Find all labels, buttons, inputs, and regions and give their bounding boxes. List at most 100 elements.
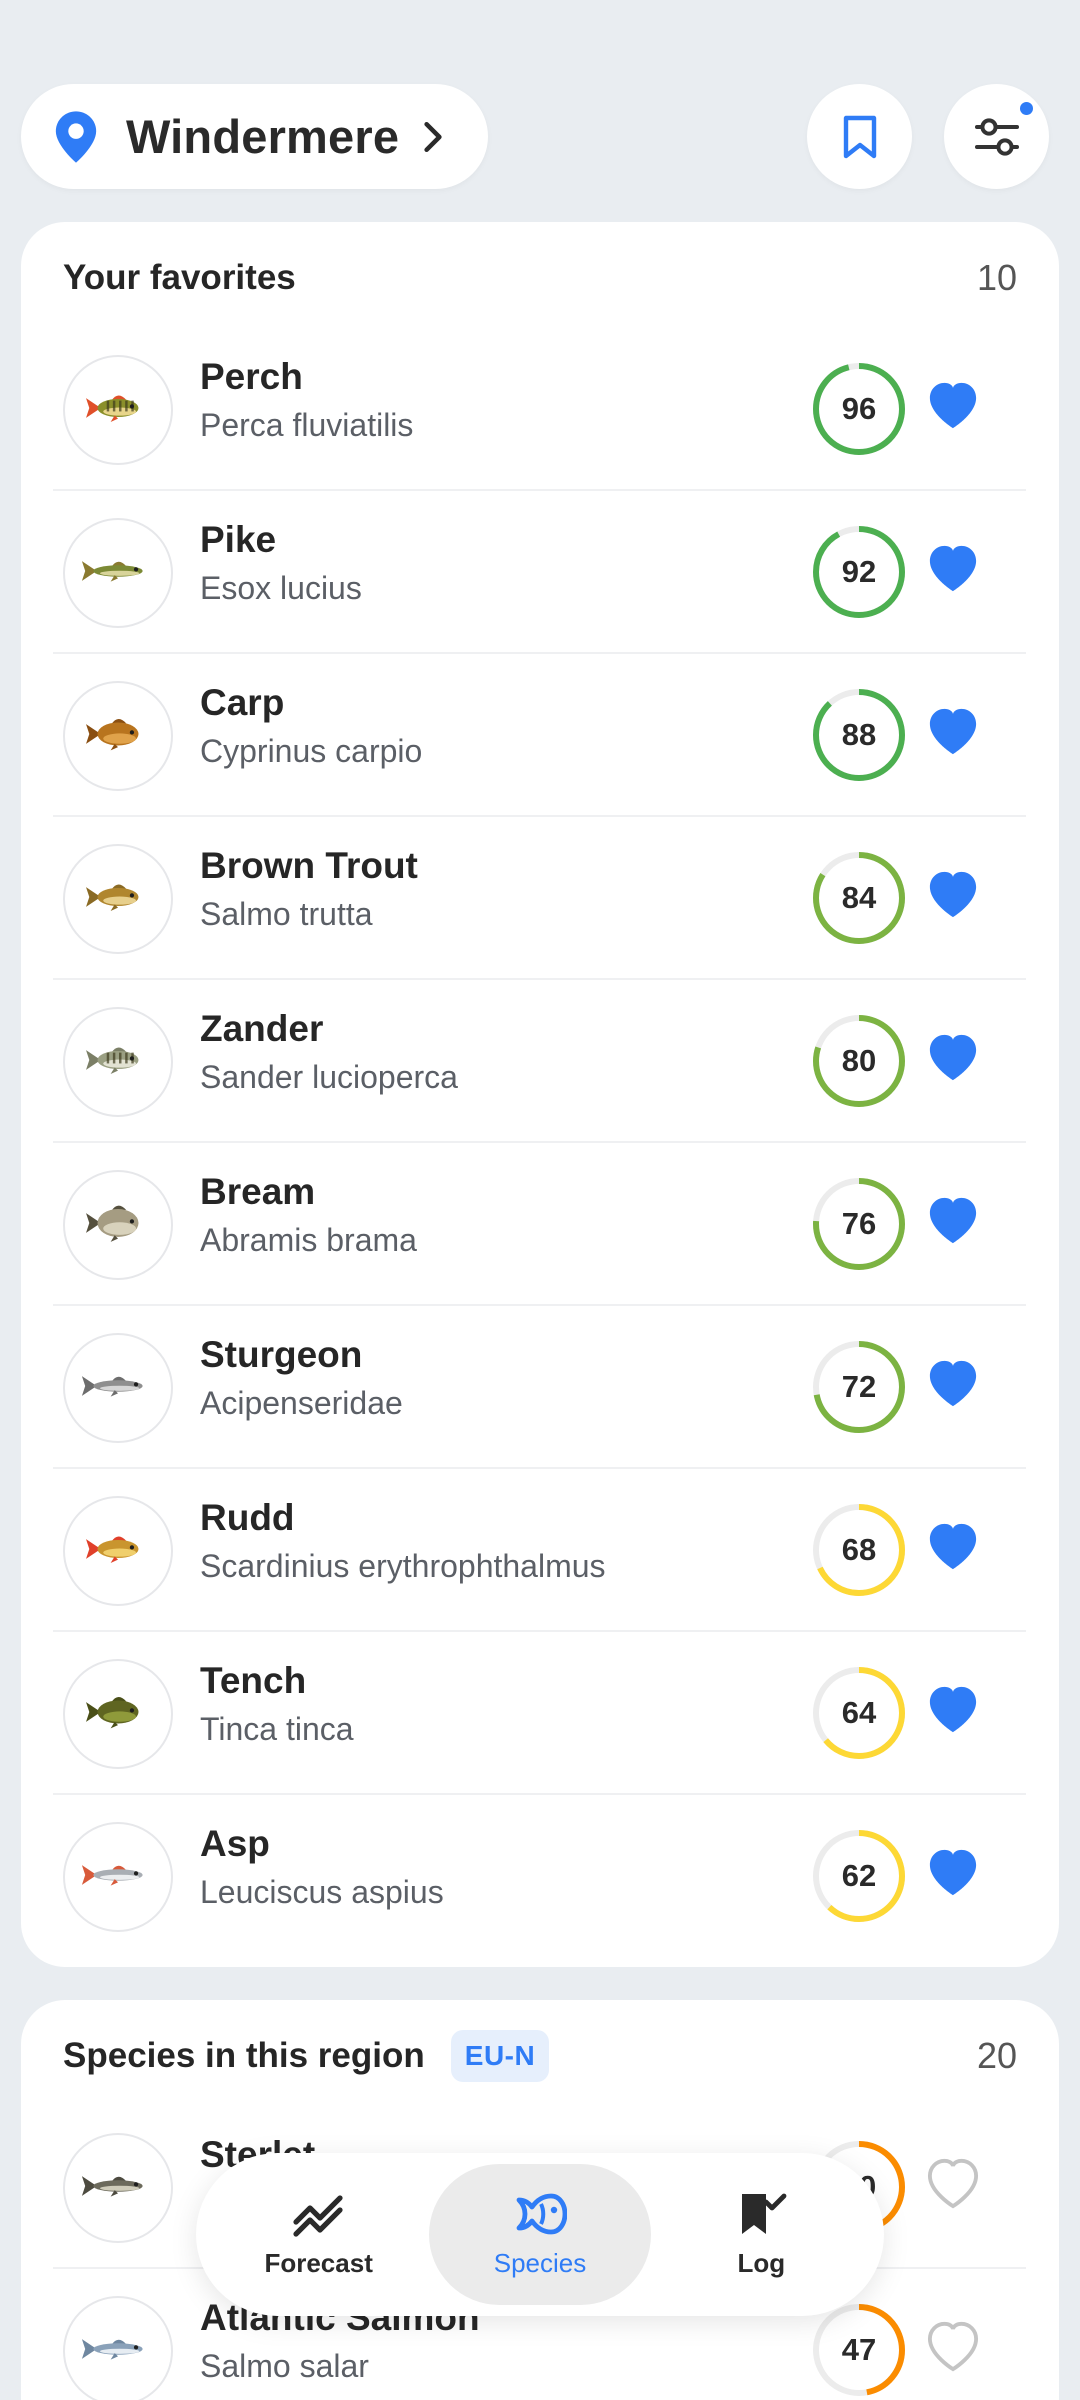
species-row[interactable]: Carp Cyprinus carpio 88 [53, 654, 1026, 817]
nav-log-label: Log [737, 2248, 786, 2278]
bite-score-ring: 64 [811, 1665, 907, 1761]
species-latin-name: Abramis brama [200, 1222, 417, 1258]
bite-score-ring: 68 [811, 1502, 907, 1598]
bite-score-value: 68 [841, 1532, 877, 1567]
species-name: Bream [200, 1171, 316, 1212]
location-name: Windermere [126, 110, 400, 163]
fish-avatar [63, 2296, 173, 2400]
heart-filled-icon[interactable] [925, 1846, 981, 1898]
species-row[interactable]: Bream Abramis brama 76 [53, 1143, 1026, 1306]
rudd-fish-icon [77, 1519, 159, 1584]
species-name: Carp [200, 682, 285, 723]
heart-outline-icon[interactable] [925, 2320, 981, 2372]
sturgeon-fish-icon [77, 1356, 159, 1421]
nav-log[interactable]: Log [651, 2164, 872, 2305]
fish-avatar [63, 844, 173, 954]
filter-button[interactable] [944, 84, 1049, 189]
carp-fish-icon [77, 704, 159, 769]
chevron-right-icon [424, 121, 442, 152]
species-latin-name: Salmo trutta [200, 896, 373, 932]
species-name: Rudd [200, 1497, 295, 1538]
bite-score-ring: 92 [811, 524, 907, 620]
species-row[interactable]: Rudd Scardinius erythrophthalmus 68 [53, 1469, 1026, 1632]
fish-avatar [63, 681, 173, 791]
salmon-fish-icon [77, 2319, 159, 2384]
fish-avatar [63, 1007, 173, 1117]
heart-filled-icon[interactable] [925, 705, 981, 757]
species-latin-name: Sander lucioperca [200, 1059, 458, 1095]
species-latin-name: Leuciscus aspius [200, 1874, 444, 1910]
fish-avatar [63, 518, 173, 628]
chart-trend-icon [293, 2195, 343, 2237]
zander-fish-icon [77, 1030, 159, 1095]
species-row[interactable]: Tench Tinca tinca 64 [53, 1632, 1026, 1795]
species-row[interactable]: Zander Sander lucioperca 80 [53, 980, 1026, 1143]
region-count: 20 [976, 2035, 1017, 2076]
fish-avatar [63, 1822, 173, 1932]
species-latin-name: Acipenseridae [200, 1385, 403, 1421]
nav-forecast[interactable]: Forecast [208, 2164, 429, 2305]
favorites-title: Your favorites [63, 258, 296, 297]
favorites-header: Your favorites 10 [63, 222, 1017, 334]
bite-score-value: 72 [841, 1369, 877, 1404]
heart-filled-icon[interactable] [925, 379, 981, 431]
fish-icon [516, 2193, 567, 2235]
heart-filled-icon[interactable] [925, 542, 981, 594]
filter-active-dot [1020, 102, 1033, 115]
species-name: Brown Trout [200, 845, 418, 886]
heart-filled-icon[interactable] [925, 1194, 981, 1246]
heart-filled-icon[interactable] [925, 868, 981, 920]
bite-score-ring: 84 [811, 850, 907, 946]
favorites-card: Your favorites 10 Perch Perca fluviatili… [21, 222, 1059, 1967]
species-latin-name: Salmo salar [200, 2348, 369, 2384]
bookmark-check-icon [742, 2193, 787, 2234]
nav-species-label: Species [493, 2248, 587, 2278]
fish-avatar [63, 2133, 173, 2243]
saved-button[interactable] [807, 84, 912, 189]
bite-score-value: 76 [841, 1206, 877, 1241]
location-pin-icon [55, 110, 97, 163]
species-row[interactable]: Pike Esox lucius 92 [53, 491, 1026, 654]
heart-filled-icon[interactable] [925, 1683, 981, 1735]
species-row[interactable]: Asp Leuciscus aspius 62 [53, 1795, 1026, 1958]
region-header: Species in this region EU-N 20 [63, 2000, 1017, 2112]
heart-filled-icon[interactable] [925, 1357, 981, 1409]
species-name: Zander [200, 1008, 324, 1049]
heart-filled-icon[interactable] [925, 1031, 981, 1083]
bite-score-ring: 80 [811, 1013, 907, 1109]
bite-score-ring: 62 [811, 1828, 907, 1924]
fish-avatar [63, 1170, 173, 1280]
location-selector[interactable]: Windermere [21, 84, 488, 189]
nav-species[interactable]: Species [429, 2164, 651, 2305]
species-name: Asp [200, 1823, 270, 1864]
nav-forecast-label: Forecast [264, 2248, 373, 2278]
favorites-count: 10 [976, 257, 1017, 298]
bite-score-value: 88 [841, 717, 877, 752]
bite-score-ring: 76 [811, 1176, 907, 1272]
favorites-list: Perch Perca fluviatilis 96 Pike Esox luc… [21, 328, 1059, 1958]
heart-filled-icon[interactable] [925, 1520, 981, 1572]
species-name: Tench [200, 1660, 307, 1701]
bottom-navigation: Forecast Species Log [196, 2153, 884, 2316]
sterlet-fish-icon [77, 2156, 159, 2221]
bite-score-ring: 96 [811, 361, 907, 457]
species-row[interactable]: Brown Trout Salmo trutta 84 [53, 817, 1026, 980]
species-latin-name: Perca fluviatilis [200, 407, 414, 443]
bite-score-value: 47 [841, 2332, 877, 2367]
species-name: Pike [200, 519, 277, 560]
trout-fish-icon [77, 867, 159, 932]
pike-fish-icon [77, 541, 159, 606]
heart-outline-icon[interactable] [925, 2157, 981, 2209]
species-latin-name: Esox lucius [200, 570, 362, 606]
bite-score-value: 64 [841, 1695, 877, 1730]
species-name: Perch [200, 356, 303, 397]
fish-avatar [63, 1496, 173, 1606]
perch-fish-icon [77, 378, 159, 443]
species-row[interactable]: Sturgeon Acipenseridae 72 [53, 1306, 1026, 1469]
bite-score-ring: 47 [811, 2302, 907, 2398]
species-row[interactable]: Perch Perca fluviatilis 96 [53, 328, 1026, 491]
bite-score-value: 62 [841, 1858, 877, 1893]
bite-score-value: 80 [841, 1043, 877, 1078]
filter-sliders-icon [974, 117, 1019, 156]
species-latin-name: Scardinius erythrophthalmus [200, 1548, 606, 1584]
